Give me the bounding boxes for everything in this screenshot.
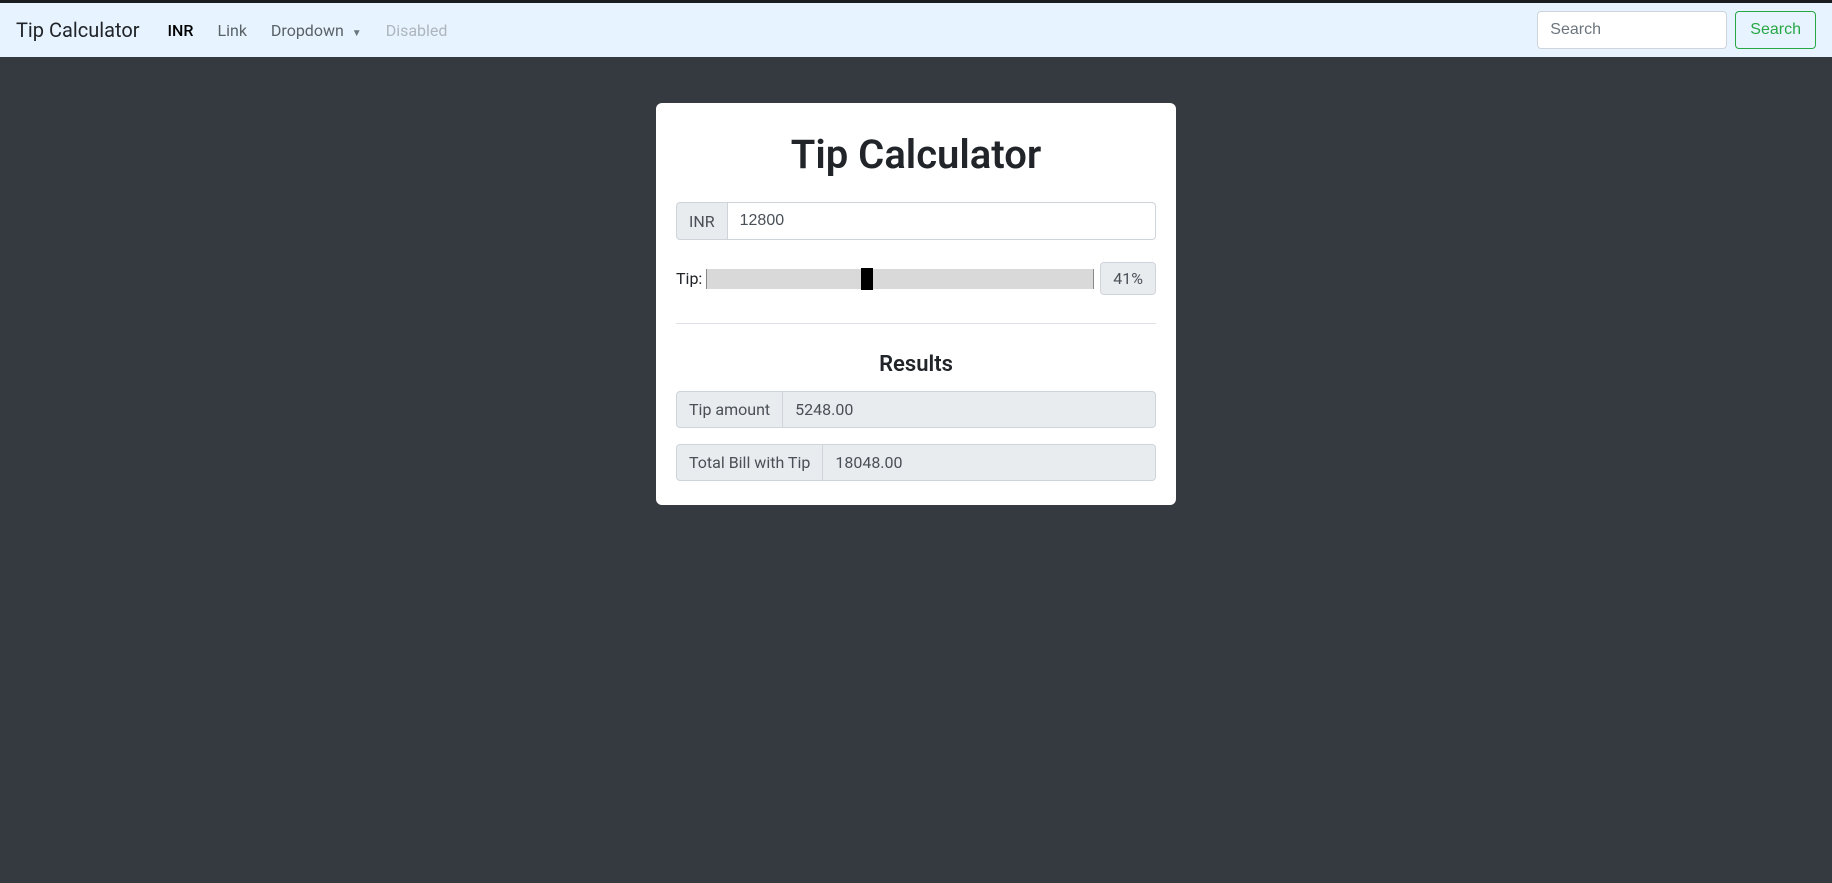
nav-left: Tip Calculator INR Link Dropdown ▼ Disab… — [16, 13, 459, 48]
nav-link-dropdown-label: Dropdown — [271, 21, 344, 40]
nav-right: Search — [1537, 11, 1816, 49]
results-heading: Results — [676, 352, 1156, 377]
tip-slider[interactable] — [706, 269, 1094, 289]
chevron-down-icon: ▼ — [352, 28, 362, 39]
search-input[interactable] — [1537, 11, 1727, 49]
tip-label: Tip: — [676, 269, 702, 288]
nav-link-link[interactable]: Link — [205, 13, 258, 48]
tip-amount-value: 5248.00 — [783, 391, 1156, 428]
total-value: 18048.00 — [823, 444, 1156, 481]
search-button[interactable]: Search — [1735, 11, 1816, 49]
nav-link-disabled: Disabled — [374, 13, 460, 48]
navbar: Tip Calculator INR Link Dropdown ▼ Disab… — [0, 3, 1832, 57]
card-title: Tip Calculator — [676, 131, 1156, 178]
amount-input-group: INR — [676, 202, 1156, 240]
amount-input[interactable] — [728, 202, 1156, 240]
currency-label: INR — [676, 202, 728, 240]
navbar-brand[interactable]: Tip Calculator — [16, 18, 140, 42]
tip-percent-badge: 41% — [1100, 262, 1156, 295]
nav-link-dropdown[interactable]: Dropdown ▼ — [259, 13, 374, 48]
tip-amount-row: Tip amount 5248.00 — [676, 391, 1156, 428]
divider — [676, 323, 1156, 324]
nav-link-currency[interactable]: INR — [156, 13, 206, 48]
calculator-card: Tip Calculator INR Tip: 41% Results Tip … — [656, 103, 1176, 505]
tip-amount-label: Tip amount — [676, 391, 783, 428]
total-row: Total Bill with Tip 18048.00 — [676, 444, 1156, 481]
total-label: Total Bill with Tip — [676, 444, 823, 481]
tip-slider-row: Tip: 41% — [676, 262, 1156, 295]
